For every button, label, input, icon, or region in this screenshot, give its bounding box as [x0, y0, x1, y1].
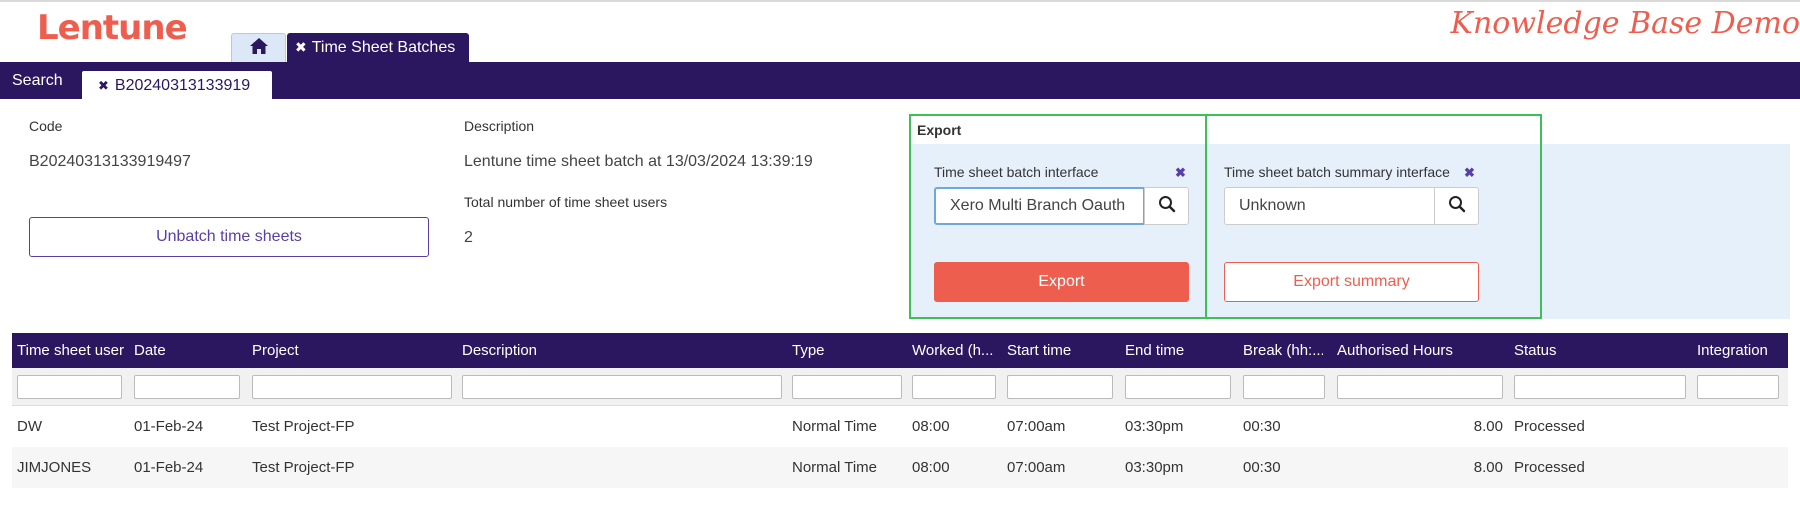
close-icon[interactable]: ✖	[98, 78, 109, 94]
table-row[interactable]: JIMJONES 01-Feb-24 Test Project-FP Norma…	[12, 447, 1788, 488]
export-summary-button[interactable]: Export summary	[1224, 262, 1479, 302]
table-cell: 00:30	[1243, 418, 1281, 435]
filter-input[interactable]	[252, 375, 452, 399]
column-header[interactable]: Break (hh:...	[1243, 333, 1323, 368]
description-value: Lentune time sheet batch at 13/03/2024 1…	[464, 153, 813, 170]
table-cell: 03:30pm	[1125, 418, 1184, 435]
table-cell: 07:00am	[1007, 459, 1066, 476]
table-cell: 8.00	[1473, 418, 1503, 435]
interface-input[interactable]: Xero Multi Branch Oauth	[934, 187, 1145, 225]
interface-search-button[interactable]	[1144, 187, 1189, 225]
column-header[interactable]: Date	[134, 333, 229, 368]
top-divider	[0, 0, 1800, 2]
table-cell: Test Project-FP	[252, 459, 355, 476]
column-header[interactable]: Integration	[1697, 333, 1787, 368]
search-icon	[1158, 195, 1176, 218]
table-cell: Processed	[1514, 459, 1585, 476]
batch-tab-label: B20240313133919	[114, 76, 251, 94]
code-value: B20240313133919497	[29, 153, 191, 170]
summary-interface-search-button[interactable]	[1434, 187, 1479, 225]
column-header[interactable]: Start time	[1007, 333, 1117, 368]
filter-input[interactable]	[1243, 375, 1325, 399]
column-header[interactable]: Authorised Hours	[1337, 333, 1507, 368]
table-cell: 00:30	[1243, 459, 1281, 476]
filter-input[interactable]	[1007, 375, 1113, 399]
table-cell: 08:00	[912, 418, 950, 435]
total-users-label: Total number of time sheet users	[464, 194, 668, 210]
close-icon[interactable]: ✖	[1175, 165, 1186, 181]
knowledge-base-title: Knowledge Base Demo	[1450, 6, 1800, 41]
tab-label: Time Sheet Batches	[311, 38, 456, 56]
tab-home[interactable]	[231, 33, 286, 62]
filter-input[interactable]	[1514, 375, 1686, 399]
table-cell: Normal Time	[792, 418, 878, 435]
column-header[interactable]: Worked (h...	[912, 333, 997, 368]
interface-label: Time sheet batch interface	[934, 164, 1099, 180]
column-header[interactable]: Status	[1514, 333, 1674, 368]
column-header[interactable]: Type	[792, 333, 902, 368]
description-label: Description	[464, 118, 535, 134]
summary-interface-input[interactable]: Unknown	[1224, 187, 1435, 225]
close-icon[interactable]: ✖	[1464, 165, 1475, 181]
table-cell: 8.00	[1473, 459, 1503, 476]
table-cell: Processed	[1514, 418, 1585, 435]
total-users-value: 2	[464, 229, 473, 246]
table-cell: 07:00am	[1007, 418, 1066, 435]
filter-input[interactable]	[1337, 375, 1503, 399]
table-cell: 01-Feb-24	[134, 418, 204, 435]
column-header[interactable]: Description	[462, 333, 762, 368]
filter-input[interactable]	[17, 375, 122, 399]
lentune-logo[interactable]: Lentune	[37, 8, 188, 48]
time-sheet-grid: Time sheet user Date Project Description…	[12, 333, 1788, 488]
filter-input[interactable]	[792, 375, 902, 399]
filter-input[interactable]	[462, 375, 782, 399]
search-tab[interactable]: Search	[12, 62, 63, 99]
close-icon[interactable]: ✖	[295, 39, 307, 56]
table-cell: Test Project-FP	[252, 418, 355, 435]
table-cell: 03:30pm	[1125, 459, 1184, 476]
column-header[interactable]: Project	[252, 333, 452, 368]
table-cell: 08:00	[912, 459, 950, 476]
batch-record-tab[interactable]: ✖ B20240313133919	[82, 71, 272, 100]
filter-input[interactable]	[1697, 375, 1779, 399]
code-label: Code	[29, 118, 63, 134]
filter-input[interactable]	[134, 375, 240, 399]
table-row[interactable]: DW 01-Feb-24 Test Project-FP Normal Time…	[12, 406, 1788, 447]
search-icon	[1448, 195, 1466, 218]
filter-input[interactable]	[1125, 375, 1231, 399]
home-icon	[249, 37, 268, 59]
column-header[interactable]: Time sheet user	[17, 333, 127, 368]
tab-time-sheet-batches[interactable]: ✖ Time Sheet Batches	[287, 33, 469, 62]
table-cell: DW	[17, 418, 42, 435]
unbatch-time-sheets-button[interactable]: Unbatch time sheets	[29, 217, 429, 257]
table-cell: Normal Time	[792, 459, 878, 476]
export-button[interactable]: Export	[934, 262, 1189, 302]
summary-interface-label: Time sheet batch summary interface	[1224, 164, 1450, 180]
column-header[interactable]: End time	[1125, 333, 1235, 368]
table-cell: 01-Feb-24	[134, 459, 204, 476]
grid-header: Time sheet user Date Project Description…	[12, 333, 1788, 368]
sub-navigation: Search ✖ B20240313133919	[0, 62, 1800, 100]
filter-input[interactable]	[912, 375, 996, 399]
table-cell: JIMJONES	[17, 459, 92, 476]
grid-filter-row	[12, 368, 1788, 406]
